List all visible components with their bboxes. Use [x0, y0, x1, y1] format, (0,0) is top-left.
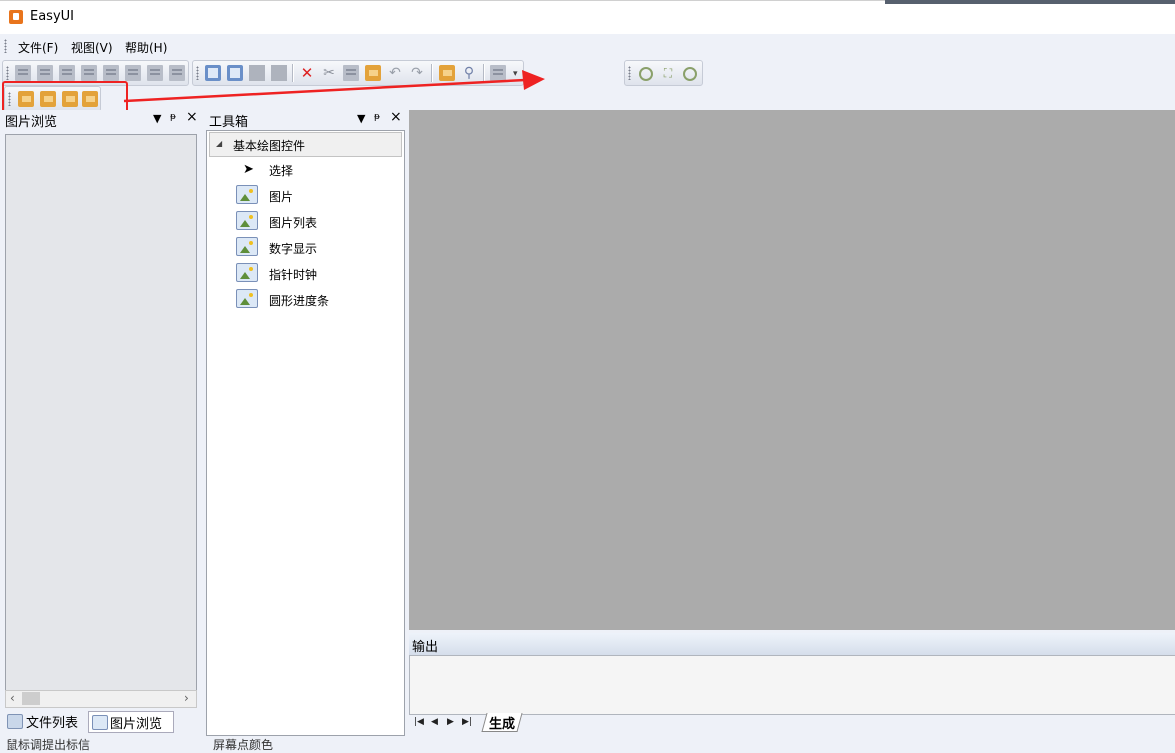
tool-label: 数字显示	[269, 242, 318, 256]
tool-label: 图片	[269, 190, 294, 204]
zoom-out-icon[interactable]	[639, 67, 653, 81]
nav-next-icon[interactable]: ▶	[447, 717, 454, 727]
collapse-icon[interactable]: ◢	[216, 139, 222, 148]
design-canvas[interactable]	[409, 110, 1175, 630]
title-bar-strip	[885, 0, 1175, 4]
output-title: 输出	[412, 640, 439, 655]
tab-build[interactable]: 生成	[481, 713, 523, 732]
image-icon	[236, 263, 258, 282]
panel-header: 图片浏览 ▼ ᵽ ×	[0, 109, 203, 130]
tool-item-select[interactable]: ➤ 选择	[207, 157, 402, 183]
scroll-left-icon[interactable]: ‹	[10, 691, 15, 705]
tool-label: 选择	[269, 164, 294, 178]
tab-label: 图片浏览	[110, 717, 163, 732]
image-browser-area[interactable]	[5, 134, 197, 692]
tool-label: 指针时钟	[269, 268, 318, 282]
panel-header: 工具箱 ▼ ᵽ ×	[205, 109, 405, 130]
nav-first-icon[interactable]: |◀	[414, 717, 424, 727]
zoom-in-icon[interactable]	[683, 67, 697, 81]
zoom-toolbar: ⛶	[624, 60, 703, 86]
close-icon[interactable]: ×	[390, 109, 402, 125]
status-color: 屏幕点颜色	[213, 738, 274, 752]
tab-file-list[interactable]: 文件列表	[6, 711, 86, 731]
nav-prev-icon[interactable]: ◀	[431, 717, 438, 727]
group-label: 基本绘图控件	[233, 139, 306, 153]
output-text-area[interactable]	[409, 655, 1175, 715]
group-header[interactable]: ◢ 基本绘图控件	[209, 132, 402, 157]
tool-item-analog-clock[interactable]: 指针时钟	[207, 261, 402, 287]
image-icon	[236, 289, 258, 308]
output-header: 输出	[409, 633, 1175, 656]
tool-label: 图片列表	[269, 216, 318, 230]
tab-label: 文件列表	[26, 716, 79, 731]
tool-item-circular-progress[interactable]: 圆形进度条	[207, 287, 402, 313]
panel-title: 工具箱	[209, 115, 249, 130]
pointer-icon: ➤	[243, 162, 254, 177]
horizontal-scrollbar[interactable]: ‹ ›	[5, 690, 197, 708]
close-icon[interactable]: ×	[186, 109, 198, 125]
tool-item-image-list[interactable]: 图片列表	[207, 209, 402, 235]
image-browser-icon	[92, 715, 108, 730]
tab-label: 生成	[489, 717, 516, 732]
toolbox-list: ◢ 基本绘图控件 ➤ 选择 图片 图片列表 数字显示 指针时钟 圆形进度条	[206, 130, 405, 736]
status-mouse: 鼠标调提出标信	[6, 738, 91, 752]
dropdown-icon[interactable]: ▼	[153, 112, 161, 125]
panel-title: 图片浏览	[5, 115, 58, 130]
zoom-fit-icon[interactable]: ⛶	[660, 65, 676, 81]
tool-label: 圆形进度条	[269, 294, 330, 308]
nav-last-icon[interactable]: ▶|	[462, 717, 472, 727]
tab-image-browser[interactable]: 图片浏览	[88, 711, 174, 733]
scroll-thumb[interactable]	[22, 692, 40, 705]
tool-item-digital-display[interactable]: 数字显示	[207, 235, 402, 261]
scroll-right-icon[interactable]: ›	[184, 691, 189, 705]
tool-item-image[interactable]: 图片	[207, 183, 402, 209]
dropdown-icon[interactable]: ▼	[357, 112, 365, 125]
toolbar-grip-icon[interactable]	[628, 66, 631, 80]
image-icon	[236, 211, 258, 230]
annotation-arrow	[123, 70, 545, 103]
file-list-icon	[7, 714, 23, 729]
image-browser-panel: 图片浏览 ▼ ᵽ × ‹ › 文件列表 图片浏览	[0, 109, 203, 743]
toolbox-panel: 工具箱 ▼ ᵽ × ◢ 基本绘图控件 ➤ 选择 图片 图片列表 数字显示 指针时…	[205, 109, 405, 743]
pin-icon[interactable]: ᵽ	[374, 112, 380, 122]
image-icon	[236, 237, 258, 256]
pin-icon[interactable]: ᵽ	[170, 112, 176, 122]
output-panel: 输出 |◀ ◀ ▶ ▶| 生成	[409, 633, 1175, 743]
image-icon	[236, 185, 258, 204]
